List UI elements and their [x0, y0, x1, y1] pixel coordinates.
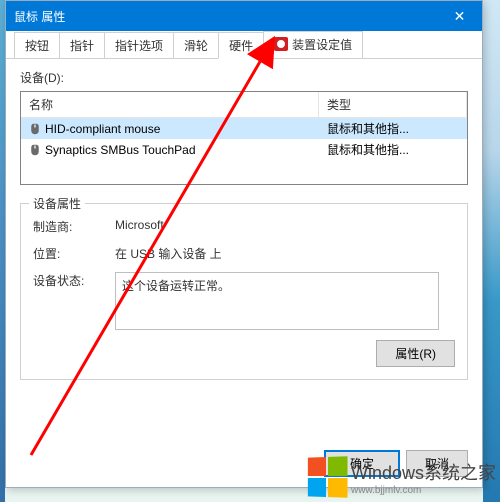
device-name: Synaptics SMBus TouchPad — [45, 143, 196, 157]
table-header: 名称 类型 — [21, 92, 467, 118]
tab-content: 设备(D): 名称 类型 HID-compliant mouse 鼠标和其他指.… — [6, 59, 482, 394]
status-textbox: 这个设备运转正常。 — [115, 272, 439, 330]
column-header-type[interactable]: 类型 — [319, 92, 467, 117]
table-row[interactable]: Synaptics SMBus TouchPad 鼠标和其他指... — [21, 139, 467, 160]
device-name: HID-compliant mouse — [45, 122, 160, 136]
status-label: 设备状态: — [33, 272, 115, 289]
watermark-url: www.bjjmlv.com — [351, 485, 496, 496]
tab-pointer-options[interactable]: 指针选项 — [104, 32, 174, 58]
manufacturer-value: Microsoft — [115, 218, 164, 232]
close-button[interactable]: ✕ — [437, 1, 482, 31]
tab-buttons[interactable]: 按钮 — [14, 32, 60, 58]
background-right-strip — [483, 0, 500, 502]
windows-logo-icon — [308, 456, 348, 497]
close-icon: ✕ — [454, 8, 466, 25]
properties-legend: 设备属性 — [29, 195, 85, 212]
location-value: 在 USB 输入设备 上 — [115, 245, 222, 262]
window-title: 鼠标 属性 — [14, 8, 65, 25]
tab-pointers[interactable]: 指针 — [59, 32, 105, 58]
device-table: 名称 类型 HID-compliant mouse 鼠标和其他指... Syna… — [20, 91, 468, 185]
mouse-icon — [29, 123, 41, 135]
watermark-text: Windows系统之家 — [351, 459, 496, 485]
tab-device-settings-label: 装置设定值 — [292, 36, 352, 53]
synaptics-icon — [274, 37, 288, 51]
table-row[interactable]: HID-compliant mouse 鼠标和其他指... — [21, 118, 467, 139]
device-type: 鼠标和其他指... — [319, 118, 467, 139]
titlebar[interactable]: 鼠标 属性 ✕ — [6, 1, 482, 31]
device-properties-group: 设备属性 制造商: Microsoft 位置: 在 USB 输入设备 上 设备状… — [20, 203, 468, 380]
watermark: Windows系统之家 www.bjjmlv.com — [307, 457, 496, 497]
tab-bar: 按钮 指针 指针选项 滑轮 硬件 装置设定值 — [6, 31, 482, 59]
tab-device-settings[interactable]: 装置设定值 — [263, 31, 363, 59]
manufacturer-label: 制造商: — [33, 218, 115, 235]
device-type: 鼠标和其他指... — [319, 139, 467, 160]
tab-hardware[interactable]: 硬件 — [218, 32, 264, 59]
mouse-icon — [29, 144, 41, 156]
device-list-label: 设备(D): — [20, 69, 468, 86]
device-properties-button[interactable]: 属性(R) — [376, 340, 455, 367]
column-header-name[interactable]: 名称 — [21, 92, 319, 117]
mouse-properties-dialog: 鼠标 属性 ✕ 按钮 指针 指针选项 滑轮 硬件 装置设定值 设备(D): 名称… — [5, 0, 483, 488]
tab-wheel[interactable]: 滑轮 — [173, 32, 219, 58]
location-label: 位置: — [33, 245, 115, 262]
